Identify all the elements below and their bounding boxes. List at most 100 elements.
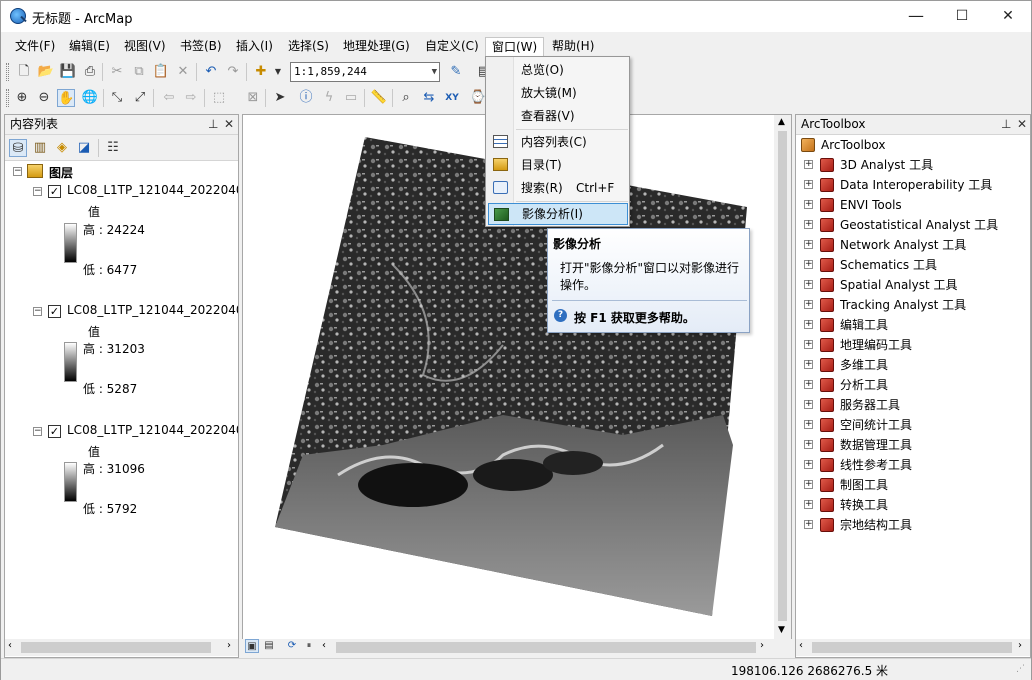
- menu-item-catalog[interactable]: 目录(T): [488, 154, 628, 176]
- scroll-left-icon[interactable]: ‹: [799, 640, 803, 651]
- toc-options-icon[interactable]: ☷: [104, 139, 122, 157]
- toolbox-item[interactable]: + Spatial Analyst 工具: [796, 275, 1030, 295]
- toolbox-item[interactable]: + ENVI Tools: [796, 195, 1030, 215]
- expand-icon[interactable]: +: [804, 180, 813, 189]
- full-extent-globe-icon[interactable]: 🌐: [81, 89, 99, 107]
- expand-icon[interactable]: +: [804, 380, 813, 389]
- minimize-button[interactable]: —: [893, 1, 939, 32]
- toc-close-icon[interactable]: ✕: [224, 115, 234, 134]
- toolbox-item[interactable]: + Network Analyst 工具: [796, 235, 1030, 255]
- scrollbar-thumb[interactable]: [812, 642, 1012, 653]
- toolbox-item[interactable]: + 编辑工具: [796, 315, 1030, 335]
- menu-selection[interactable]: 选择(S): [282, 37, 335, 57]
- expand-icon[interactable]: +: [804, 260, 813, 269]
- expand-icon[interactable]: +: [804, 340, 813, 349]
- layer-visibility-checkbox[interactable]: ✓: [48, 425, 61, 438]
- scroll-down-icon[interactable]: ▼: [778, 625, 785, 635]
- html-popup-icon[interactable]: ▭: [342, 89, 360, 107]
- pan-hand-icon[interactable]: ✋: [57, 89, 75, 107]
- redo-icon[interactable]: ↷: [224, 63, 242, 81]
- layer-name[interactable]: LC08_L1TP_121044_20220405: [67, 183, 238, 197]
- menu-item-viewer[interactable]: 查看器(V): [488, 105, 628, 127]
- paste-icon[interactable]: 📋: [152, 63, 170, 81]
- fixed-zoom-out-icon[interactable]: ⤢: [131, 89, 149, 107]
- map-scale-combo[interactable]: 1:1,859,244 ▼: [290, 62, 440, 82]
- scroll-left-icon[interactable]: ‹: [8, 640, 12, 651]
- menu-item-search[interactable]: 搜索(R) Ctrl+F: [488, 177, 628, 199]
- expand-icon[interactable]: +: [804, 460, 813, 469]
- resize-grip-icon[interactable]: ⋰: [1016, 664, 1025, 674]
- toolbox-horizontal-scrollbar[interactable]: ‹ ›: [796, 639, 1030, 656]
- menu-view[interactable]: 视图(V): [118, 37, 172, 57]
- menu-item-overview[interactable]: 总览(O): [488, 59, 628, 81]
- arctoolbox-root[interactable]: ArcToolbox: [796, 135, 1030, 155]
- forward-extent-icon[interactable]: ⇨: [182, 89, 200, 107]
- list-by-source-icon[interactable]: ▥: [31, 139, 49, 157]
- list-by-visibility-icon[interactable]: ◈: [53, 139, 71, 157]
- expand-icon[interactable]: +: [804, 320, 813, 329]
- toolbox-item[interactable]: + Tracking Analyst 工具: [796, 295, 1030, 315]
- menu-file[interactable]: 文件(F): [9, 37, 61, 57]
- back-extent-icon[interactable]: ⇦: [160, 89, 178, 107]
- measure-ruler-icon[interactable]: 📏: [370, 89, 388, 107]
- menu-edit[interactable]: 编辑(E): [63, 37, 116, 57]
- delete-icon[interactable]: ✕: [174, 63, 192, 81]
- menu-windows[interactable]: 窗口(W): [485, 37, 545, 57]
- select-elements-arrow-icon[interactable]: ➤: [271, 89, 289, 107]
- menu-help[interactable]: 帮助(H): [546, 37, 600, 57]
- close-button[interactable]: ✕: [985, 1, 1031, 32]
- clear-selection-icon[interactable]: ⊠: [244, 89, 262, 107]
- toolbox-item[interactable]: + Geostatistical Analyst 工具: [796, 215, 1030, 235]
- toolbox-item[interactable]: + 服务器工具: [796, 395, 1030, 415]
- pin-icon[interactable]: ⊥: [1001, 115, 1011, 134]
- expand-icon[interactable]: +: [804, 520, 813, 529]
- add-data-icon[interactable]: ✚: [252, 63, 270, 81]
- menu-item-magnifier[interactable]: 放大镜(M): [488, 82, 628, 104]
- maximize-button[interactable]: ☐: [939, 1, 985, 32]
- select-features-icon[interactable]: ⬚: [210, 89, 228, 107]
- fixed-zoom-in-icon[interactable]: ⤡: [108, 89, 126, 107]
- expand-icon[interactable]: +: [804, 480, 813, 489]
- data-frame-label[interactable]: 图层: [49, 164, 73, 181]
- toolbox-item[interactable]: + 线性参考工具: [796, 455, 1030, 475]
- layer-name[interactable]: LC08_L1TP_121044_20220405: [67, 423, 238, 437]
- scroll-right-icon[interactable]: ›: [1018, 640, 1022, 651]
- menu-item-table-of-contents[interactable]: 内容列表(C): [488, 131, 628, 153]
- add-data-dropdown-icon[interactable]: ▼: [269, 63, 287, 81]
- zoom-in-icon[interactable]: ⊕: [13, 89, 31, 107]
- expand-icon[interactable]: +: [804, 280, 813, 289]
- map-horizontal-scrollbar[interactable]: ‹ ›: [320, 639, 772, 656]
- expand-icon[interactable]: +: [804, 160, 813, 169]
- scroll-left-icon[interactable]: ‹: [322, 640, 326, 651]
- expand-icon[interactable]: +: [804, 220, 813, 229]
- copy-icon[interactable]: ⧉: [130, 63, 148, 81]
- pin-icon[interactable]: ⊥: [208, 115, 218, 134]
- toolbar-grip[interactable]: [6, 89, 9, 107]
- collapse-icon[interactable]: −: [33, 307, 42, 316]
- print-icon[interactable]: ⎙: [81, 63, 99, 81]
- toolbox-item[interactable]: + 宗地结构工具: [796, 515, 1030, 535]
- find-binoculars-icon[interactable]: ⌕: [397, 89, 415, 107]
- undo-icon[interactable]: ↶: [202, 63, 220, 81]
- open-folder-icon[interactable]: 📂: [37, 63, 55, 81]
- collapse-icon[interactable]: −: [33, 187, 42, 196]
- expand-icon[interactable]: +: [804, 240, 813, 249]
- toolbox-item[interactable]: + 转换工具: [796, 495, 1030, 515]
- menu-customize[interactable]: 自定义(C): [419, 37, 485, 57]
- layer-name[interactable]: LC08_L1TP_121044_20220405: [67, 303, 238, 317]
- toolbox-item[interactable]: + 空间统计工具: [796, 415, 1030, 435]
- expand-icon[interactable]: +: [804, 400, 813, 409]
- menu-item-image-analysis[interactable]: 影像分析(I): [488, 203, 628, 225]
- layer-visibility-checkbox[interactable]: ✓: [48, 185, 61, 198]
- scrollbar-thumb[interactable]: [21, 642, 211, 653]
- menu-geoprocessing[interactable]: 地理处理(G): [337, 37, 416, 57]
- list-by-drawing-order-icon[interactable]: ⛁: [9, 139, 27, 157]
- map-vertical-scrollbar[interactable]: ▲ ▼: [774, 115, 791, 639]
- layout-view-icon[interactable]: ▤: [262, 639, 276, 653]
- expand-icon[interactable]: +: [804, 440, 813, 449]
- go-to-xy-icon[interactable]: XY: [443, 89, 461, 107]
- editor-toolbar-icon[interactable]: ✎: [447, 63, 465, 81]
- collapse-icon[interactable]: −: [13, 167, 22, 176]
- toolbox-item[interactable]: + 分析工具: [796, 375, 1030, 395]
- layer-visibility-checkbox[interactable]: ✓: [48, 305, 61, 318]
